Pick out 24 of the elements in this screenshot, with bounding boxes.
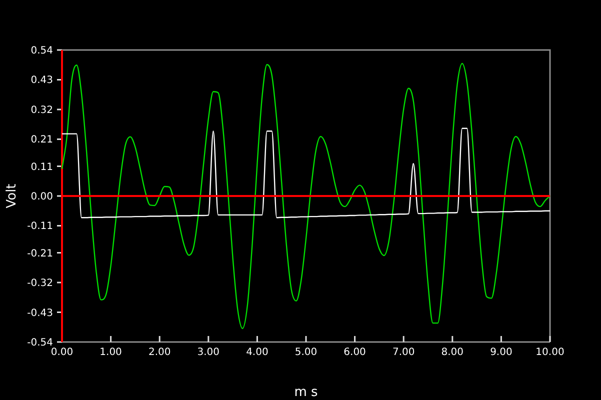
y-tick-label: 0.11 — [30, 162, 53, 173]
y-tick-label: -0.11 — [27, 221, 53, 232]
y-tick-label: 0.43 — [30, 75, 53, 86]
x-tick-label: 10.00 — [536, 347, 564, 358]
y-tick-label: -0.21 — [27, 248, 53, 260]
y-tick-label: 0.32 — [30, 104, 53, 116]
x-tick-label: 9.00 — [490, 347, 512, 358]
x-tick-label: 8.00 — [441, 347, 464, 358]
y-tick-label: -0.32 — [27, 278, 53, 290]
x-tick-label: 6.00 — [344, 347, 366, 358]
x-tick-label: 2.00 — [148, 347, 171, 358]
x-tick-label: 1.00 — [100, 347, 122, 358]
y-tick-label: -0.43 — [27, 308, 53, 319]
y-tick-label: 0.21 — [30, 134, 53, 146]
x-tick-label: 4.00 — [246, 347, 268, 358]
x-tick-label: 7.00 — [392, 347, 415, 358]
x-tick-label: 0.00 — [50, 347, 74, 358]
x-tick-label: 5.00 — [294, 347, 318, 358]
x-tick-label: 3.00 — [197, 347, 220, 358]
y-tick-label: 0.54 — [30, 46, 53, 56]
y-tick-label: -0.54 — [27, 338, 53, 348]
x-axis-title: m s — [294, 385, 318, 400]
y-axis-title: Volt — [4, 184, 20, 208]
y-tick-label: 0.00 — [30, 192, 53, 202]
